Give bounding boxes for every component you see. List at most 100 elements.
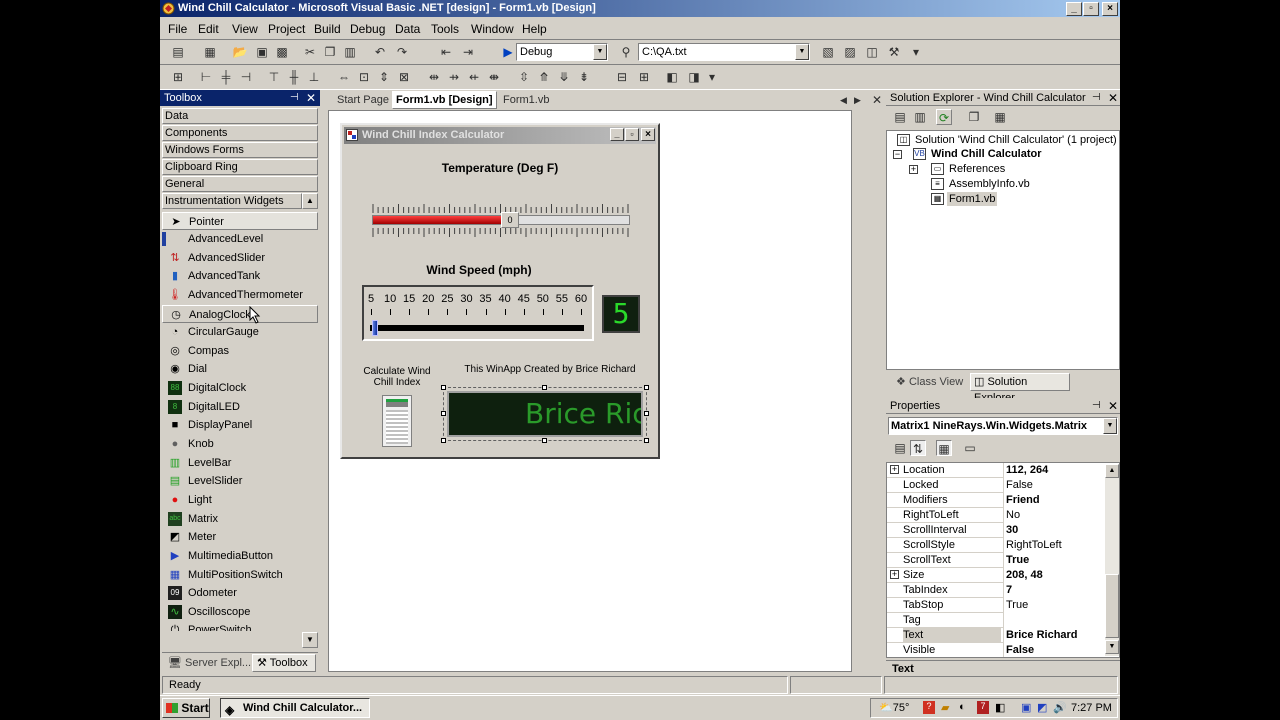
tree-project[interactable]: Wind Chill Calculator xyxy=(931,147,1042,161)
form-close-button[interactable]: × xyxy=(641,128,655,141)
properties-window-icon[interactable]: ▨ xyxy=(842,44,858,60)
properties-view-icon[interactable]: ▦ xyxy=(936,440,952,456)
make-same-size-icon[interactable]: ⊠ xyxy=(396,69,412,85)
chevron-down-icon[interactable]: ▼ xyxy=(593,44,607,60)
tab-form-design[interactable]: Form1.vb [Design] xyxy=(392,91,497,109)
toolbox-item[interactable]: ■ DisplayPanel xyxy=(162,416,318,434)
menu-debug[interactable]: Debug xyxy=(350,22,385,36)
add-item-icon[interactable]: ▦ xyxy=(202,44,218,60)
temperature-slider[interactable]: 0 xyxy=(370,203,632,239)
server-explorer-tab[interactable]: 🖥 Server Expl... xyxy=(168,656,251,669)
calculate-switch[interactable] xyxy=(382,395,412,447)
toolbox-item[interactable]: ● Knob xyxy=(162,435,318,453)
resize-handle[interactable] xyxy=(441,385,446,390)
tray-red-icon[interactable]: 7 xyxy=(977,701,989,714)
resize-handle[interactable] xyxy=(644,411,649,416)
cut-icon[interactable]: ✂ xyxy=(302,44,318,60)
find-in-files-icon[interactable]: ⚲ xyxy=(618,44,634,60)
toolbox-category-general[interactable]: General xyxy=(162,176,318,192)
menu-edit[interactable]: Edit xyxy=(198,22,219,36)
menu-view[interactable]: View xyxy=(232,22,258,36)
form-minimize-button[interactable]: _ xyxy=(610,128,624,141)
toolbox-category-components[interactable]: Components xyxy=(162,125,318,141)
property-value[interactable]: True xyxy=(1003,598,1105,613)
property-row[interactable]: TabIndex 7 xyxy=(887,583,1105,598)
menu-data[interactable]: Data xyxy=(395,22,420,36)
property-scrollbar[interactable]: ▲ ▼ xyxy=(1105,464,1119,656)
toolbox-item-pointer[interactable]: ➤ Pointer xyxy=(162,212,318,230)
open-folder-icon[interactable]: 📂 xyxy=(232,44,248,60)
expand-icon[interactable]: + xyxy=(909,165,918,174)
send-to-back-icon[interactable]: ◨ xyxy=(686,69,702,85)
undo-icon[interactable]: ↶ xyxy=(372,44,388,60)
view-designer-icon[interactable]: ▥ xyxy=(912,109,928,125)
solution-config-combo[interactable]: Debug ▼ xyxy=(516,43,608,61)
toolbox-item[interactable]: AdvancedLevel xyxy=(162,230,318,248)
solution-explorer-tab[interactable]: ◫ Solution Explorer xyxy=(970,373,1070,404)
property-row[interactable]: RightToLeft No xyxy=(887,508,1105,523)
start-button[interactable]: Start xyxy=(162,698,210,718)
menu-build[interactable]: Build xyxy=(314,22,341,36)
property-row[interactable]: Tag xyxy=(887,613,1105,628)
property-value[interactable]: No xyxy=(1003,508,1105,523)
toolbox-item[interactable]: ◔ CircularGauge xyxy=(162,323,318,341)
more-icon[interactable]: ▾ xyxy=(908,44,924,60)
toolbox-item[interactable]: ⇅ AdvancedSlider xyxy=(162,249,318,267)
toolbox-item[interactable]: ◉ Dial xyxy=(162,360,318,378)
vertical-spacing-icon[interactable]: ⇳ xyxy=(516,69,532,85)
toolbox-category-windows-forms[interactable]: Windows Forms xyxy=(162,142,318,158)
decrease-h-spacing-icon[interactable]: ⇷ xyxy=(466,69,482,85)
toolbox-tab[interactable]: ⚒ Toolbox xyxy=(252,654,316,672)
object-browser-icon[interactable]: ◫ xyxy=(864,44,880,60)
tray-icon[interactable]: ◩ xyxy=(1037,701,1047,714)
toolbox-item[interactable]: ▥ LevelBar xyxy=(162,454,318,472)
menu-project[interactable]: Project xyxy=(268,22,305,36)
resize-handle[interactable] xyxy=(542,438,547,443)
toolbox-item[interactable]: 🌡 AdvancedThermometer xyxy=(162,286,318,304)
property-value[interactable]: False xyxy=(1003,643,1105,657)
toolbox-item[interactable]: 09 Odometer xyxy=(162,584,318,602)
redo-icon[interactable]: ↷ xyxy=(394,44,410,60)
align-middles-icon[interactable]: ╫ xyxy=(286,69,302,85)
toolbox-item[interactable]: ◷ AnalogClock xyxy=(162,305,318,323)
navigate-back-icon[interactable]: ⇤ xyxy=(438,44,454,60)
collapse-icon[interactable]: − xyxy=(893,150,902,159)
align-tops-icon[interactable]: ⊤ xyxy=(266,69,282,85)
toolbox-item[interactable]: ◩ Meter xyxy=(162,528,318,546)
resize-handle[interactable] xyxy=(644,385,649,390)
center-vertically-icon[interactable]: ⊞ xyxy=(636,69,652,85)
save-icon[interactable]: ▣ xyxy=(254,44,270,60)
property-value[interactable]: True xyxy=(1003,553,1105,568)
tree-form1[interactable]: Form1.vb xyxy=(947,192,998,206)
align-centers-icon[interactable]: ╪ xyxy=(218,69,234,85)
scroll-up-icon[interactable]: ▲ xyxy=(1105,464,1119,478)
solution-explorer-icon[interactable]: ▧ xyxy=(820,44,836,60)
designed-form[interactable]: Wind Chill Index Calculator _ ▫ × Temper… xyxy=(340,123,660,459)
close-icon[interactable]: ✕ xyxy=(306,90,316,106)
pin-icon[interactable]: ⊣ xyxy=(1092,398,1101,414)
maximize-button[interactable]: ▫ xyxy=(1083,2,1099,16)
property-value[interactable]: 30 xyxy=(1003,523,1105,538)
tab-start-page[interactable]: Start Page xyxy=(337,92,389,108)
tree-solution[interactable]: Solution 'Wind Chill Calculator' (1 proj… xyxy=(915,133,1117,147)
size-to-grid-icon[interactable]: ⊡ xyxy=(356,69,372,85)
expand-icon[interactable]: + xyxy=(890,465,899,474)
find-combo[interactable]: C:\QA.txt ▼ xyxy=(638,43,810,61)
tree-assemblyinfo[interactable]: AssemblyInfo.vb xyxy=(949,177,1030,191)
increase-v-spacing-icon[interactable]: ⤊ xyxy=(536,69,552,85)
chevron-down-icon[interactable]: ▼ xyxy=(795,44,809,60)
toolbox-item[interactable]: ◎ Compas xyxy=(162,342,318,360)
property-row[interactable]: + Size 208, 48 xyxy=(887,568,1105,583)
menu-tools[interactable]: Tools xyxy=(431,22,459,36)
property-value[interactable]: Brice Richard xyxy=(1003,628,1105,643)
temperature-thumb[interactable]: 0 xyxy=(501,212,519,228)
menu-window[interactable]: Window xyxy=(471,22,514,36)
toolbox-item[interactable]: ▶ MultimediaButton xyxy=(162,547,318,565)
refresh-icon[interactable]: ⟳ xyxy=(936,109,952,125)
property-row[interactable]: ScrollStyle RightToLeft xyxy=(887,538,1105,553)
tray-app-icon[interactable]: ⛅75° xyxy=(879,701,909,714)
scrollbar-thumb[interactable] xyxy=(1105,574,1119,638)
property-row[interactable]: ScrollText True xyxy=(887,553,1105,568)
help-icon[interactable]: ? xyxy=(923,701,935,714)
wind-thumb[interactable] xyxy=(372,320,378,336)
